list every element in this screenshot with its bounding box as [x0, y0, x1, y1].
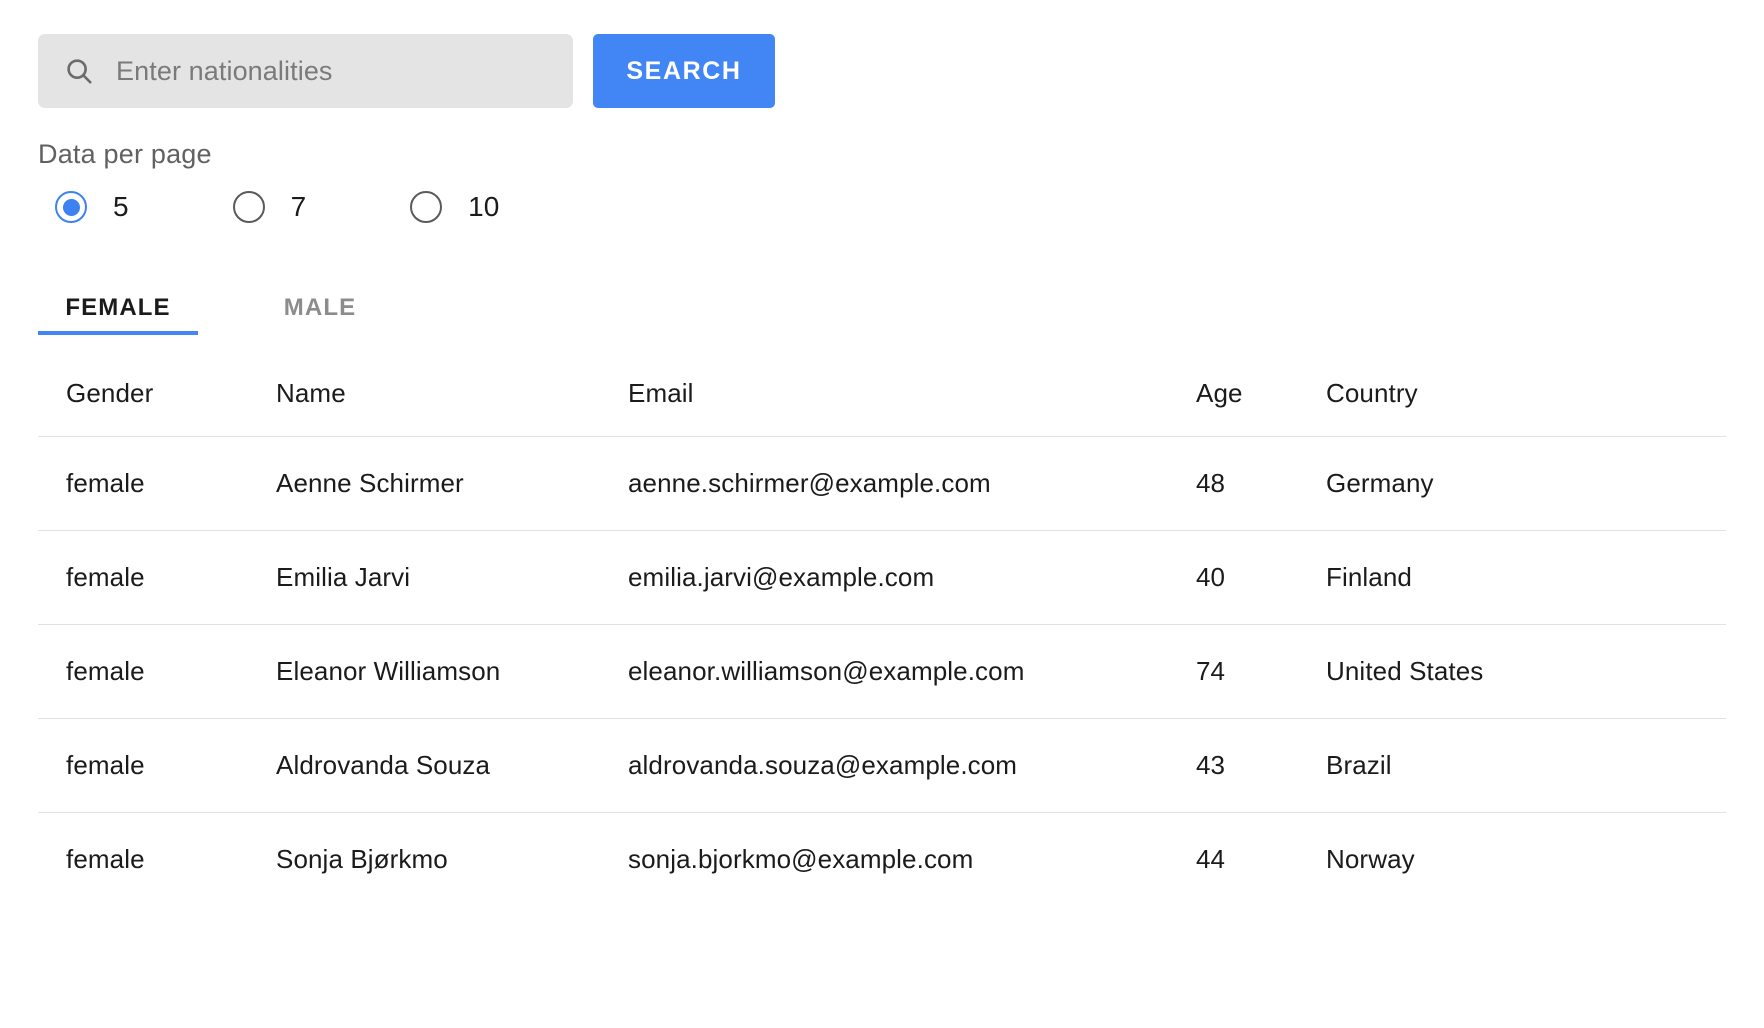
cell-email: emilia.jarvi@example.com — [628, 561, 935, 592]
column-header-age: Age — [1196, 378, 1243, 409]
search-icon — [67, 59, 92, 84]
tab-male[interactable]: MALE — [250, 285, 390, 335]
cell-name: Emilia Jarvi — [276, 561, 411, 592]
cell-age: 48 — [1196, 467, 1226, 498]
cell-country: United States — [1326, 655, 1484, 686]
cell-email: eleanor.williamson@example.com — [628, 655, 1025, 686]
results-table: Gender Name Email Age Country female Aen… — [38, 352, 1726, 906]
radio-circle-icon — [55, 191, 87, 223]
cell-country: Germany — [1326, 467, 1434, 498]
data-per-page-label: Data per page — [38, 139, 212, 169]
table-row[interactable]: female Aldrovanda Souza aldrovanda.souza… — [38, 718, 1726, 812]
cell-name: Aenne Schirmer — [276, 467, 464, 498]
cell-country: Finland — [1326, 561, 1412, 592]
cell-email: sonja.bjorkmo@example.com — [628, 843, 974, 874]
radio-option-10[interactable]: 10 — [410, 191, 499, 223]
cell-gender: female — [66, 561, 145, 592]
column-header-country: Country — [1326, 378, 1418, 409]
cell-country: Brazil — [1326, 749, 1392, 780]
cell-gender: female — [66, 843, 145, 874]
search-field[interactable] — [38, 34, 573, 108]
cell-age: 40 — [1196, 561, 1226, 592]
table-row[interactable]: female Aenne Schirmer aenne.schirmer@exa… — [38, 436, 1726, 530]
cell-gender: female — [66, 655, 145, 686]
radio-circle-icon — [232, 191, 265, 223]
cell-name: Aldrovanda Souza — [276, 749, 491, 780]
table-head: Gender Name Email Age Country — [38, 352, 1726, 436]
radio-label: 7 — [290, 191, 307, 222]
table-header-row: Gender Name Email Age Country — [38, 352, 1726, 436]
cell-email: aenne.schirmer@example.com — [628, 467, 991, 498]
gender-tabs: FEMALE MALE — [38, 285, 390, 335]
cell-name: Eleanor Williamson — [276, 655, 501, 686]
tab-female[interactable]: FEMALE — [38, 285, 198, 335]
cell-gender: female — [66, 467, 145, 498]
table-row[interactable]: female Emilia Jarvi emilia.jarvi@example… — [38, 530, 1726, 624]
radio-label: 10 — [468, 191, 500, 222]
column-header-email: Email — [628, 378, 694, 409]
cell-name: Sonja Bjørkmo — [276, 843, 448, 874]
data-per-page-radio-group: 5 7 10 — [55, 191, 499, 223]
search-input[interactable] — [116, 55, 551, 87]
cell-country: Norway — [1326, 843, 1415, 874]
radio-option-7[interactable]: 7 — [232, 191, 307, 223]
search-bar: SEARCH — [38, 34, 775, 108]
cell-email: aldrovanda.souza@example.com — [628, 749, 1018, 780]
table-body: female Aenne Schirmer aenne.schirmer@exa… — [38, 436, 1726, 906]
table-row[interactable]: female Eleanor Williamson eleanor.willia… — [38, 624, 1726, 718]
cell-age: 44 — [1196, 843, 1226, 874]
app-root: SEARCH Data per page 5 7 10 FEMALE MALE … — [0, 0, 1764, 1028]
column-header-name: Name — [276, 378, 346, 409]
table-row[interactable]: female Sonja Bjørkmo sonja.bjorkmo@examp… — [38, 812, 1726, 906]
search-button[interactable]: SEARCH — [593, 34, 775, 108]
cell-age: 43 — [1196, 749, 1226, 780]
radio-option-5[interactable]: 5 — [55, 191, 129, 223]
cell-gender: female — [66, 749, 145, 780]
cell-age: 74 — [1196, 655, 1226, 686]
column-header-gender: Gender — [66, 378, 154, 409]
radio-circle-icon — [410, 191, 443, 223]
radio-label: 5 — [113, 191, 129, 222]
